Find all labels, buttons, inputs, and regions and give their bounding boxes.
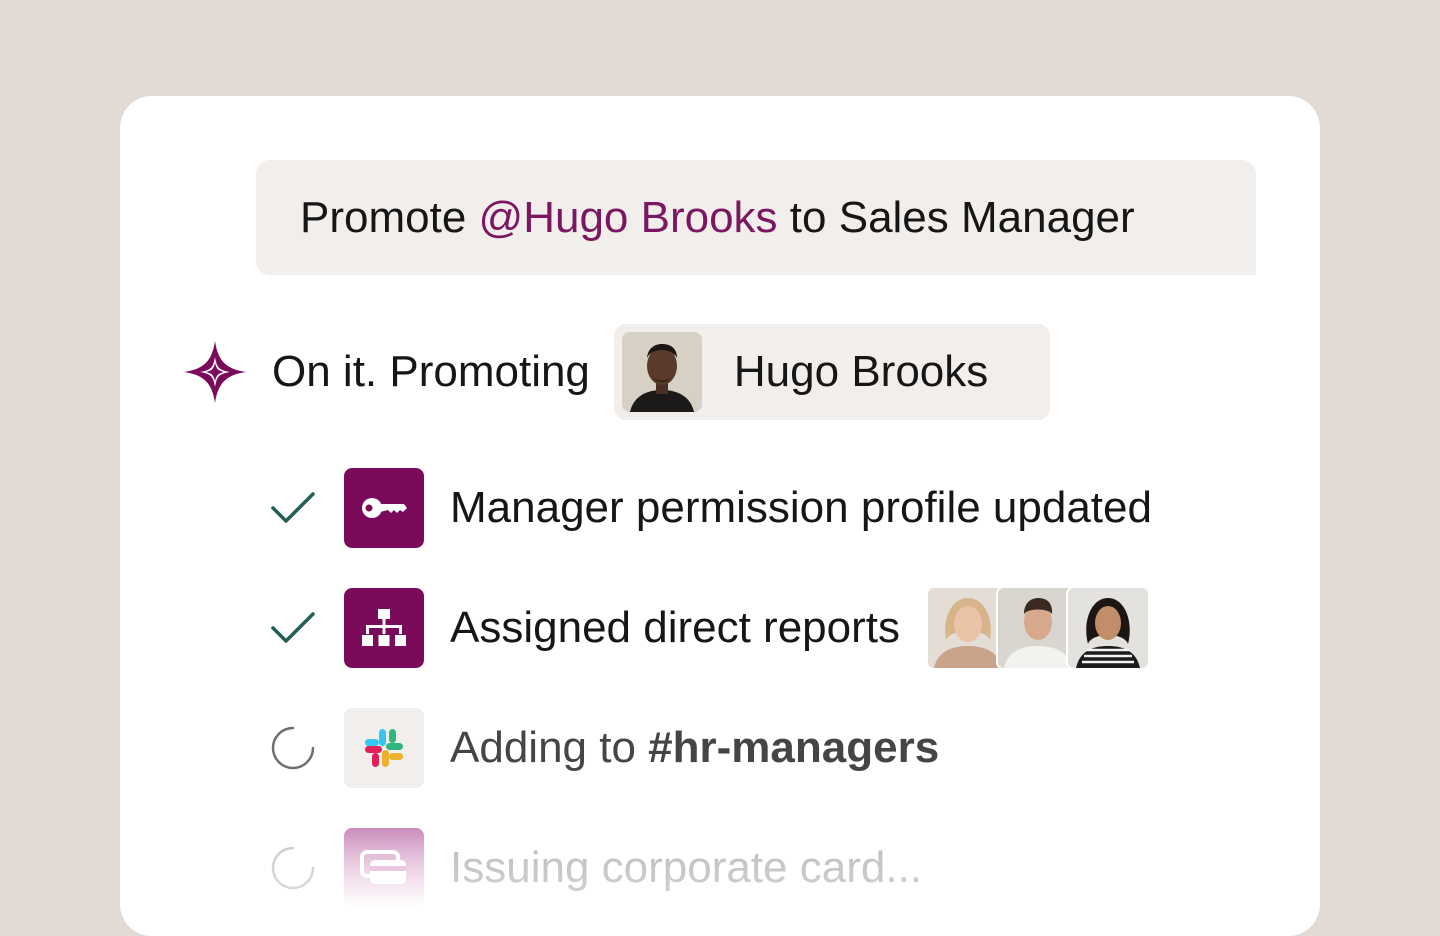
avatar	[621, 332, 702, 412]
key-icon	[344, 468, 424, 548]
check-icon	[270, 480, 326, 536]
spinner-icon	[270, 720, 326, 776]
check-icon	[270, 600, 326, 656]
task-row: Issuing corporate card...	[270, 828, 922, 908]
task-row: Manager permission profile updated	[270, 468, 1152, 548]
org-chart-icon	[344, 588, 424, 668]
direct-reports-avatars	[926, 586, 1150, 670]
assistant-card: Promote @Hugo Brooks to Sales Manager On…	[120, 96, 1320, 936]
task-label: Assigned direct reports	[450, 603, 900, 652]
person-name: Hugo Brooks	[733, 347, 989, 396]
prompt-prefix: Promote	[300, 192, 467, 242]
avatar[interactable]	[1066, 586, 1150, 670]
user-mention[interactable]: @Hugo Brooks	[479, 193, 778, 243]
prompt-suffix: to Sales Manager	[789, 192, 1135, 242]
task-row: Assigned direct reports	[270, 586, 1150, 670]
assistant-reply: On it. Promoting Hugo Brooks	[182, 324, 1050, 420]
task-label: Manager permission profile updated	[450, 483, 1152, 532]
card-icon	[344, 828, 424, 908]
sparkle-icon	[184, 341, 246, 403]
spinner-icon	[270, 840, 326, 896]
task-label: Issuing corporate card...	[450, 843, 923, 892]
person-portrait	[621, 332, 702, 412]
channel-name: #hr-managers	[648, 723, 940, 772]
reply-text: On it. Promoting	[272, 347, 590, 396]
person-chip[interactable]: Hugo Brooks	[613, 324, 1050, 420]
task-row: Adding to #hr-managers	[270, 708, 939, 788]
user-prompt-bubble: Promote @Hugo Brooks to Sales Manager	[256, 160, 1256, 275]
task-label-prefix: Adding to	[450, 723, 636, 772]
task-label: Adding to #hr-managers	[450, 723, 939, 773]
slack-icon	[344, 708, 424, 788]
